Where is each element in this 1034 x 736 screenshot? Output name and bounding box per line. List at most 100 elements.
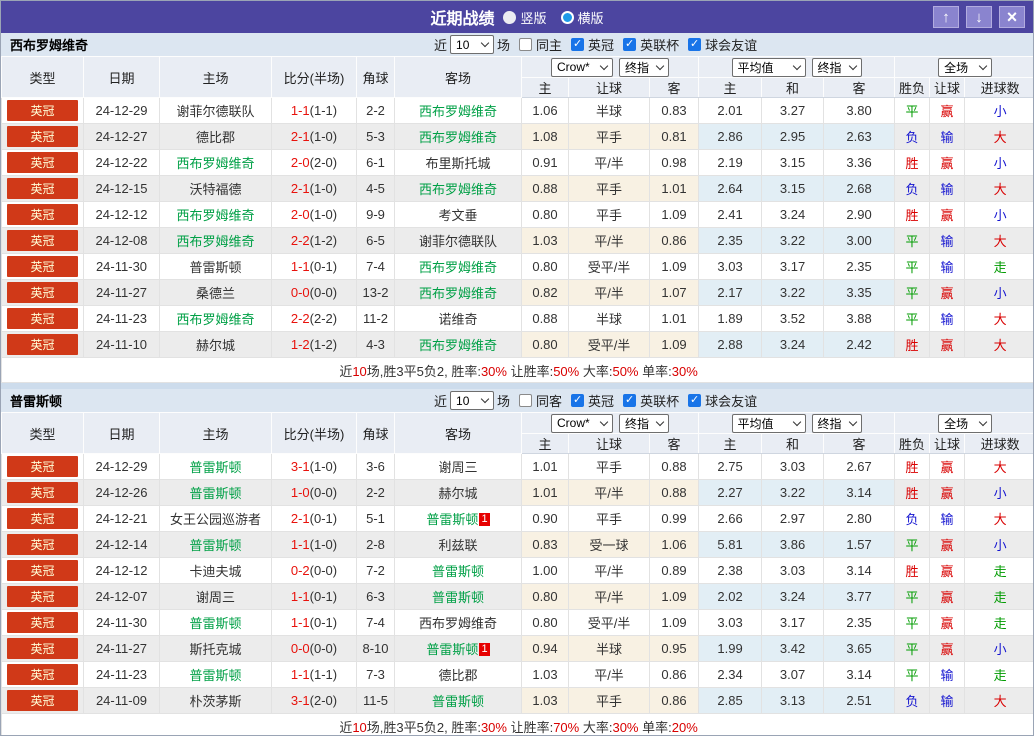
filter-bar: 近 10 场 同客 ✓ 英冠 ✓ 英联杯 ✓ 球会友谊 (434, 389, 757, 412)
away-team: 西布罗姆维奇 (418, 286, 497, 301)
result-goals-cell: 小 (964, 479, 1033, 506)
league-checkbox-championship[interactable]: ✓ (571, 38, 585, 51)
odds-company-select[interactable]: Crow* (551, 413, 614, 433)
away-team: 普雷斯顿 (431, 590, 484, 605)
same-venue-checkbox[interactable] (519, 394, 533, 407)
odds-home: 0.82 (521, 279, 569, 306)
col-header-score: 比分(半场) (271, 56, 357, 98)
fulltime-score: 2-2 (290, 311, 310, 326)
chevron-down-icon (480, 38, 490, 48)
away-team: 考文垂 (438, 208, 478, 223)
result-goals-cell: 走 (964, 557, 1033, 584)
odds-away: 0.89 (648, 557, 700, 584)
match-date: 24-11-30 (83, 253, 160, 280)
league-checkbox-efl-cup[interactable]: ✓ (623, 38, 637, 51)
home-team: 朴茨茅斯 (189, 694, 242, 709)
away-team: 普雷斯顿 (431, 694, 484, 709)
avg-draw: 3.22 (761, 479, 825, 506)
home-team-cell: 斯托克城 (159, 635, 272, 662)
radio-vertical-layout[interactable]: 竖版 (503, 8, 547, 27)
league-checkbox-championship[interactable]: ✓ (571, 394, 585, 407)
summary-segment: 50% (612, 363, 639, 379)
halftime-score: (2-0) (309, 155, 338, 170)
chevron-down-icon (655, 417, 665, 426)
away-team-cell: 赫尔城 (394, 479, 522, 506)
odds-away: 1.01 (648, 305, 700, 332)
match-row: 英冠 24-12-15 沃特福德 2-1(1-0) 4-5 西布罗姆维奇 0.88 平手 1.0… (1, 175, 1033, 202)
avg-draw: 3.17 (761, 609, 825, 636)
result-asian: 输 (940, 694, 954, 709)
odds-handicap: 受一球 (568, 531, 650, 558)
avg-final-select[interactable]: 终指 (811, 57, 862, 77)
odds-home: 1.06 (521, 97, 569, 124)
result-goals-cell: 小 (964, 201, 1033, 228)
league-type-cell: 英冠 (1, 609, 84, 636)
halftime-score: (0-0) (309, 485, 338, 500)
same-venue-checkbox[interactable] (519, 38, 533, 51)
league-badge: 英冠 (7, 664, 78, 685)
match-date: 24-11-30 (83, 609, 160, 636)
score-cell: 2-1(1-0) (271, 175, 357, 202)
away-team-cell: 考文垂 (394, 201, 522, 228)
odds-home: 0.80 (521, 583, 569, 610)
league-type-cell: 英冠 (1, 635, 84, 662)
match-row: 英冠 24-12-14 普雷斯顿 1-1(1-0) 2-8 利兹联 0.83 受一球 1.06 5… (1, 531, 1033, 558)
avg-draw: 3.17 (761, 253, 825, 280)
result-outcome: 平 (905, 590, 919, 605)
summary-segment: 70% (553, 719, 580, 735)
avg-home: 2.88 (698, 331, 763, 358)
avg-away: 2.63 (823, 123, 896, 150)
avg-away: 3.88 (823, 305, 896, 332)
games-count-select[interactable]: 10 (450, 391, 495, 410)
odds-away: 0.83 (648, 97, 700, 124)
odds-final-select[interactable]: 终指 (619, 57, 670, 77)
odds-away: 1.01 (648, 175, 700, 202)
avg-odds-select[interactable]: 平均值 (731, 57, 806, 77)
fulltime-score: 1-1 (290, 615, 310, 630)
check-icon: ✓ (572, 394, 583, 406)
result-outcome-cell: 平 (894, 253, 931, 280)
avg-draw: 3.42 (761, 635, 825, 662)
score-cell: 3-1(1-0) (271, 453, 357, 480)
fulltime-score: 1-1 (290, 103, 310, 118)
result-goals-cell: 小 (964, 97, 1033, 124)
move-down-button[interactable]: ↓ (966, 6, 992, 28)
avg-final-select[interactable]: 终指 (811, 413, 862, 433)
result-goals: 小 (993, 286, 1007, 301)
result-asian-cell: 赢 (929, 531, 966, 558)
league-checkbox-efl-cup[interactable]: ✓ (623, 394, 637, 407)
avg-away: 2.35 (823, 253, 896, 280)
home-team-cell: 谢菲尔德联队 (159, 97, 272, 124)
corners-cell: 13-2 (356, 279, 395, 306)
match-date: 24-11-10 (83, 331, 160, 358)
avg-away: 2.68 (823, 175, 896, 202)
team-name: 普雷斯顿 (10, 394, 63, 409)
games-count-select[interactable]: 10 (450, 35, 495, 54)
result-outcome: 负 (905, 130, 919, 145)
result-outcome-cell: 胜 (894, 453, 931, 480)
fulltime-score: 1-1 (290, 259, 310, 274)
score-cell: 2-0(1-0) (271, 201, 357, 228)
col-header-avg-away: 客 (823, 433, 896, 454)
corners-cell: 8-10 (356, 635, 395, 662)
result-goals: 大 (993, 338, 1007, 353)
league-badge: 英冠 (7, 282, 78, 303)
section-summary: 近10场,胜3平5负2, 胜率:30% 让胜率:50% 大率:50% 单率:30… (1, 357, 1033, 383)
result-asian: 赢 (940, 338, 954, 353)
league-checkbox-friendly[interactable]: ✓ (688, 38, 702, 51)
move-up-button[interactable]: ↑ (933, 6, 959, 28)
home-team: 赫尔城 (195, 338, 235, 353)
close-button[interactable]: × (999, 6, 1025, 28)
odds-company-select[interactable]: Crow* (551, 57, 614, 77)
scope-select[interactable]: 全场 (938, 413, 993, 433)
avg-home: 2.86 (698, 123, 763, 150)
radio-horizontal-layout[interactable]: 横版 (560, 8, 604, 27)
result-goals: 大 (993, 312, 1007, 327)
league-type-cell: 英冠 (1, 97, 84, 124)
result-goals-cell: 大 (964, 505, 1033, 532)
section-header-west-brom: 西布罗姆维奇 近 10 场 同主 ✓ 英冠 ✓ 英联杯 ✓ 球会友谊 (1, 33, 1033, 56)
league-checkbox-friendly[interactable]: ✓ (688, 394, 702, 407)
scope-select[interactable]: 全场 (938, 57, 993, 77)
avg-odds-select[interactable]: 平均值 (731, 413, 806, 433)
odds-final-select[interactable]: 终指 (619, 413, 670, 433)
